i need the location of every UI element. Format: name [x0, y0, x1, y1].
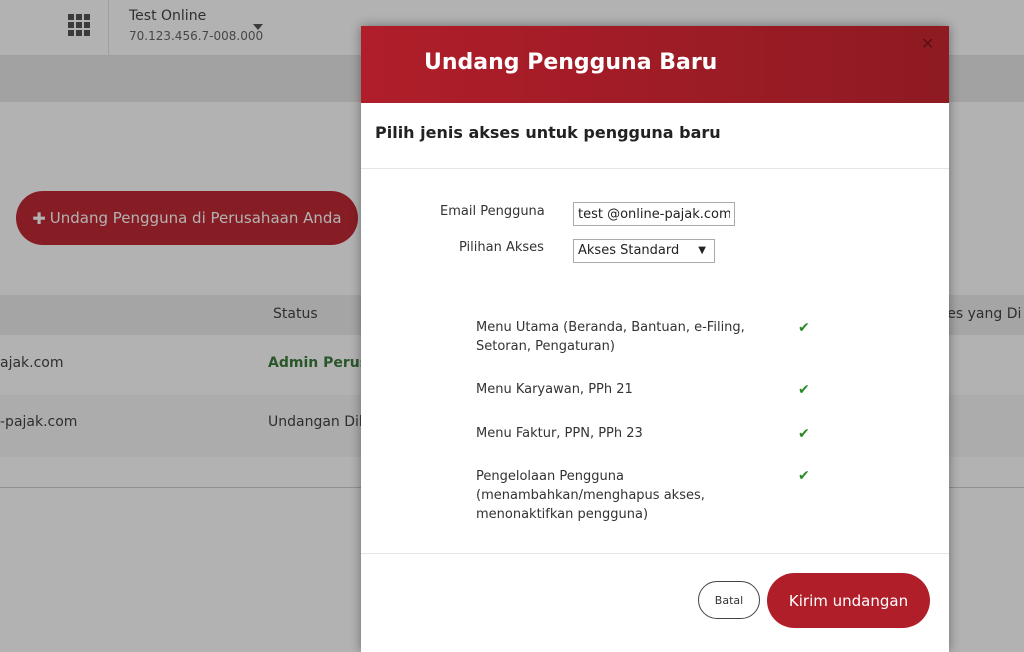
- permission-employee-menu: Menu Karyawan, PPh 21: [476, 382, 633, 397]
- invite-user-modal: Undang Pengguna Baru ✕ Pilih jenis akses…: [361, 26, 949, 652]
- access-select-value: Akses Standard: [578, 243, 680, 258]
- close-icon[interactable]: ✕: [921, 36, 934, 52]
- check-icon: ✔: [798, 320, 810, 336]
- email-field[interactable]: [573, 202, 735, 226]
- cancel-button[interactable]: Batal: [698, 581, 760, 619]
- access-label: Pilihan Akses: [459, 240, 544, 255]
- access-select[interactable]: Akses Standard ▼: [573, 239, 715, 263]
- divider: [361, 553, 949, 554]
- dropdown-arrow-icon: ▼: [698, 245, 706, 256]
- modal-header: Undang Pengguna Baru ✕: [361, 26, 949, 103]
- modal-title: Undang Pengguna Baru: [424, 50, 718, 75]
- modal-subtitle: Pilih jenis akses untuk pengguna baru: [375, 123, 721, 142]
- check-icon: ✔: [798, 468, 810, 484]
- permission-invoice-menu: Menu Faktur, PPN, PPh 23: [476, 426, 643, 441]
- permission-main-menu: Menu Utama (Beranda, Bantuan, e-Filing, …: [476, 320, 745, 354]
- email-label: Email Pengguna: [440, 204, 545, 219]
- permission-user-management: Pengelolaan Pengguna (menambahkan/mengha…: [476, 469, 705, 522]
- check-icon: ✔: [798, 426, 810, 442]
- send-invite-button[interactable]: Kirim undangan: [767, 573, 930, 628]
- divider: [361, 168, 949, 169]
- check-icon: ✔: [798, 382, 810, 398]
